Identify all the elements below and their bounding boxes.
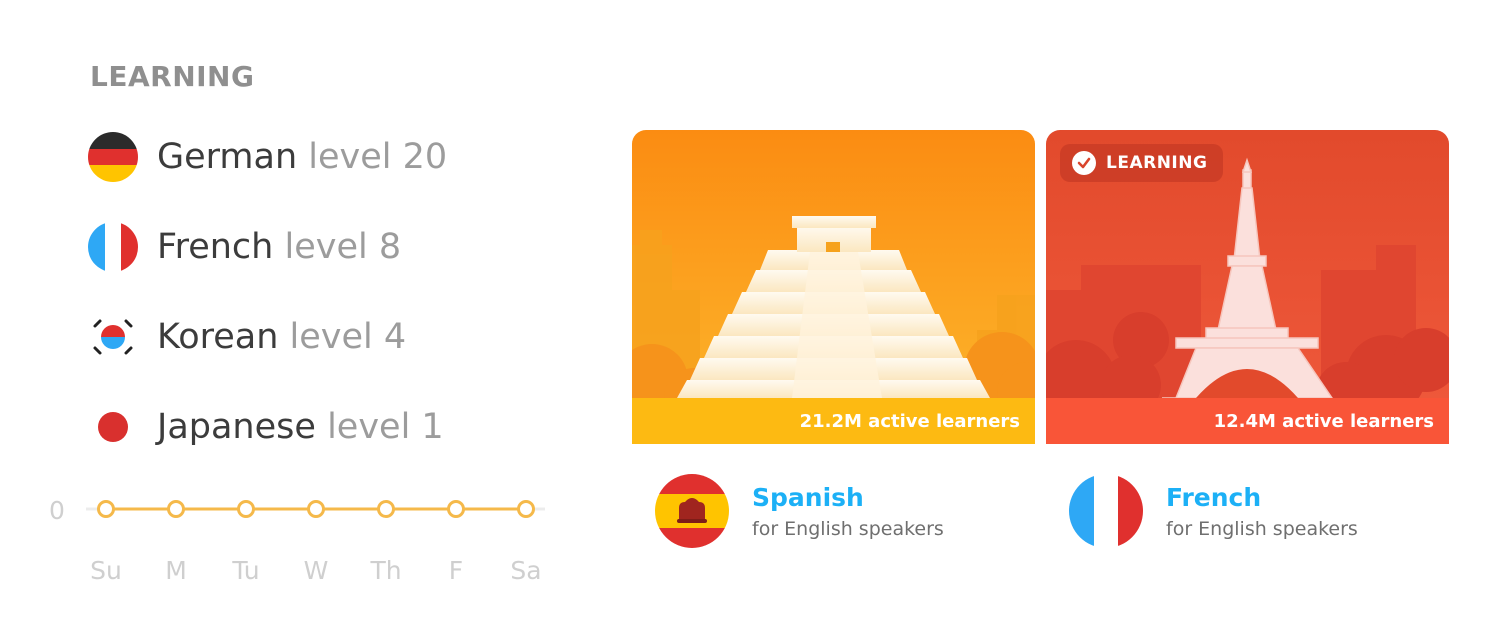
x-tick-label: Sa [510, 556, 541, 585]
france-flag-icon [1069, 474, 1143, 548]
data-point [237, 500, 255, 518]
course-subtitle: for English speakers [1166, 518, 1358, 540]
active-learners-count: 12.4M active learners [1213, 411, 1434, 432]
language-item-french[interactable]: French level 8 [88, 221, 401, 273]
course-card-french[interactable]: LEARNING 12.4M active learners [1046, 130, 1449, 444]
x-tick-label: Tu [231, 556, 259, 585]
x-tick-label: M [165, 556, 187, 585]
course-name[interactable]: Spanish [752, 482, 944, 514]
x-tick-label: Su [90, 556, 122, 585]
learning-heading: LEARNING [90, 60, 255, 93]
data-point [517, 500, 535, 518]
course-spanish[interactable]: Spanish for English speakers [655, 474, 944, 548]
language-item-korean[interactable]: Korean level 4 [88, 311, 406, 363]
language-level: level 20 [308, 137, 448, 177]
x-tick-label: F [449, 556, 463, 585]
x-tick-label: W [304, 556, 329, 585]
south-korea-flag-icon [88, 312, 138, 362]
active-learners-count: 21.2M active learners [799, 411, 1020, 432]
check-icon [1072, 151, 1096, 175]
course-french[interactable]: French for English speakers [1069, 474, 1358, 548]
course-subtitle: for English speakers [752, 518, 944, 540]
language-level: level 1 [327, 407, 444, 447]
course-name[interactable]: French [1166, 482, 1358, 514]
spain-flag-icon [655, 474, 729, 548]
weekly-xp-chart: 0 Su M Tu W Th F Sa [49, 496, 545, 585]
data-point [377, 500, 395, 518]
data-point [97, 500, 115, 518]
language-item-german[interactable]: German level 20 [88, 131, 447, 183]
x-tick-label: Th [369, 556, 401, 585]
data-point [447, 500, 465, 518]
language-name: Japanese [157, 407, 316, 447]
germany-flag-icon [88, 132, 138, 182]
language-level: level 4 [289, 317, 407, 357]
data-point [167, 500, 185, 518]
japan-flag-icon [88, 402, 138, 452]
language-name: Korean [157, 317, 279, 357]
language-item-japanese[interactable]: Japanese level 1 [88, 401, 444, 453]
learning-badge: LEARNING [1060, 144, 1224, 182]
y-tick-label: 0 [49, 496, 65, 525]
learning-badge-label: LEARNING [1106, 153, 1208, 173]
course-card-spanish[interactable]: 21.2M active learners [632, 130, 1035, 444]
language-name: French [157, 227, 274, 267]
language-level: level 8 [284, 227, 402, 267]
france-flag-icon [88, 222, 138, 272]
language-name: German [157, 137, 298, 177]
data-point [307, 500, 325, 518]
pyramid-illustration [632, 130, 1035, 444]
